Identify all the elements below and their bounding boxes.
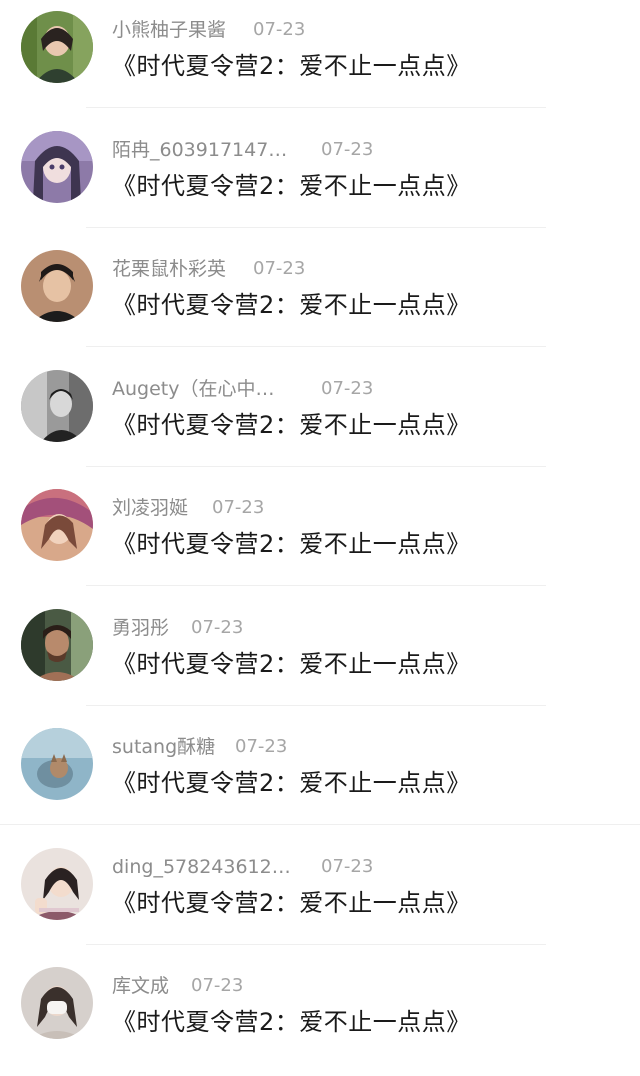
username[interactable]: 陌冉_603917147… (112, 138, 287, 162)
user-avatar[interactable] (21, 847, 93, 920)
username[interactable]: ding_578243612… (112, 855, 291, 879)
comment-text: 《时代夏令营2：爱不止一点点》 (112, 410, 471, 439)
divider (86, 346, 546, 347)
comment-item[interactable]: 陌冉_603917147… 07-23 《时代夏令营2：爱不止一点点》 (0, 120, 640, 240)
comment-text: 《时代夏令营2：爱不止一点点》 (112, 649, 471, 678)
divider (86, 107, 546, 108)
comment-item[interactable]: sutang酥糖 07-23 《时代夏令营2：爱不止一点点》 (0, 717, 640, 837)
username[interactable]: 花栗鼠朴彩英 (112, 257, 226, 281)
comment-date: 07-23 (253, 19, 306, 40)
comment-date: 07-23 (253, 258, 306, 279)
username[interactable]: Augety（在心中… (112, 377, 274, 401)
comment-text: 《时代夏令营2：爱不止一点点》 (112, 888, 471, 917)
divider (86, 943, 546, 945)
user-avatar[interactable] (21, 608, 93, 681)
user-avatar[interactable] (21, 728, 93, 800)
user-avatar[interactable] (21, 250, 93, 322)
divider (86, 704, 546, 706)
comment-date: 07-23 (212, 497, 265, 518)
comment-date: 07-23 (321, 138, 374, 160)
user-avatar[interactable] (21, 130, 93, 203)
comment-list: 小熊柚子果酱 07-23 《时代夏令营2：爱不止一点点》 陌冉_60391714… (0, 0, 640, 1054)
comment-item[interactable]: 小熊柚子果酱 07-23 《时代夏令营2：爱不止一点点》 (0, 0, 640, 120)
divider (86, 585, 546, 586)
divider (86, 226, 546, 228)
comment-item[interactable]: Augety（在心中… 07-23 《时代夏令营2：爱不止一点点》 (0, 359, 640, 479)
username[interactable]: 勇羽彤 (112, 616, 169, 640)
comment-item[interactable]: 花栗鼠朴彩英 07-23 《时代夏令营2：爱不止一点点》 (0, 239, 640, 359)
user-avatar[interactable] (21, 967, 93, 1039)
comment-date: 07-23 (321, 855, 374, 877)
user-avatar[interactable] (21, 369, 93, 442)
username[interactable]: 库文成 (112, 974, 169, 998)
comment-date: 07-23 (191, 975, 244, 996)
divider (0, 824, 640, 825)
comment-text: 《时代夏令营2：爱不止一点点》 (112, 291, 471, 319)
comment-item[interactable]: 勇羽彤 07-23 《时代夏令营2：爱不止一点点》 (0, 598, 640, 718)
username[interactable]: sutang酥糖 (112, 735, 215, 759)
comment-date: 07-23 (321, 377, 374, 399)
comment-item[interactable]: 库文成 07-23 《时代夏令营2：爱不止一点点》 (0, 956, 640, 1076)
comment-date: 07-23 (235, 736, 288, 757)
comment-text: 《时代夏令营2：爱不止一点点》 (112, 1008, 471, 1036)
comment-date: 07-23 (191, 616, 244, 638)
comment-text: 《时代夏令营2：爱不止一点点》 (112, 530, 471, 558)
comment-item[interactable]: 刘凌羽娫 07-23 《时代夏令营2：爱不止一点点》 (0, 478, 640, 598)
username[interactable]: 刘凌羽娫 (112, 496, 188, 520)
user-avatar[interactable] (21, 11, 93, 83)
user-avatar[interactable] (21, 489, 93, 561)
comment-text: 《时代夏令营2：爱不止一点点》 (112, 52, 471, 80)
comment-text: 《时代夏令营2：爱不止一点点》 (112, 769, 471, 797)
divider (86, 465, 546, 467)
comment-text: 《时代夏令营2：爱不止一点点》 (112, 171, 471, 200)
username[interactable]: 小熊柚子果酱 (112, 18, 226, 42)
comment-item[interactable]: ding_578243612… 07-23 《时代夏令营2：爱不止一点点》 (0, 837, 640, 957)
